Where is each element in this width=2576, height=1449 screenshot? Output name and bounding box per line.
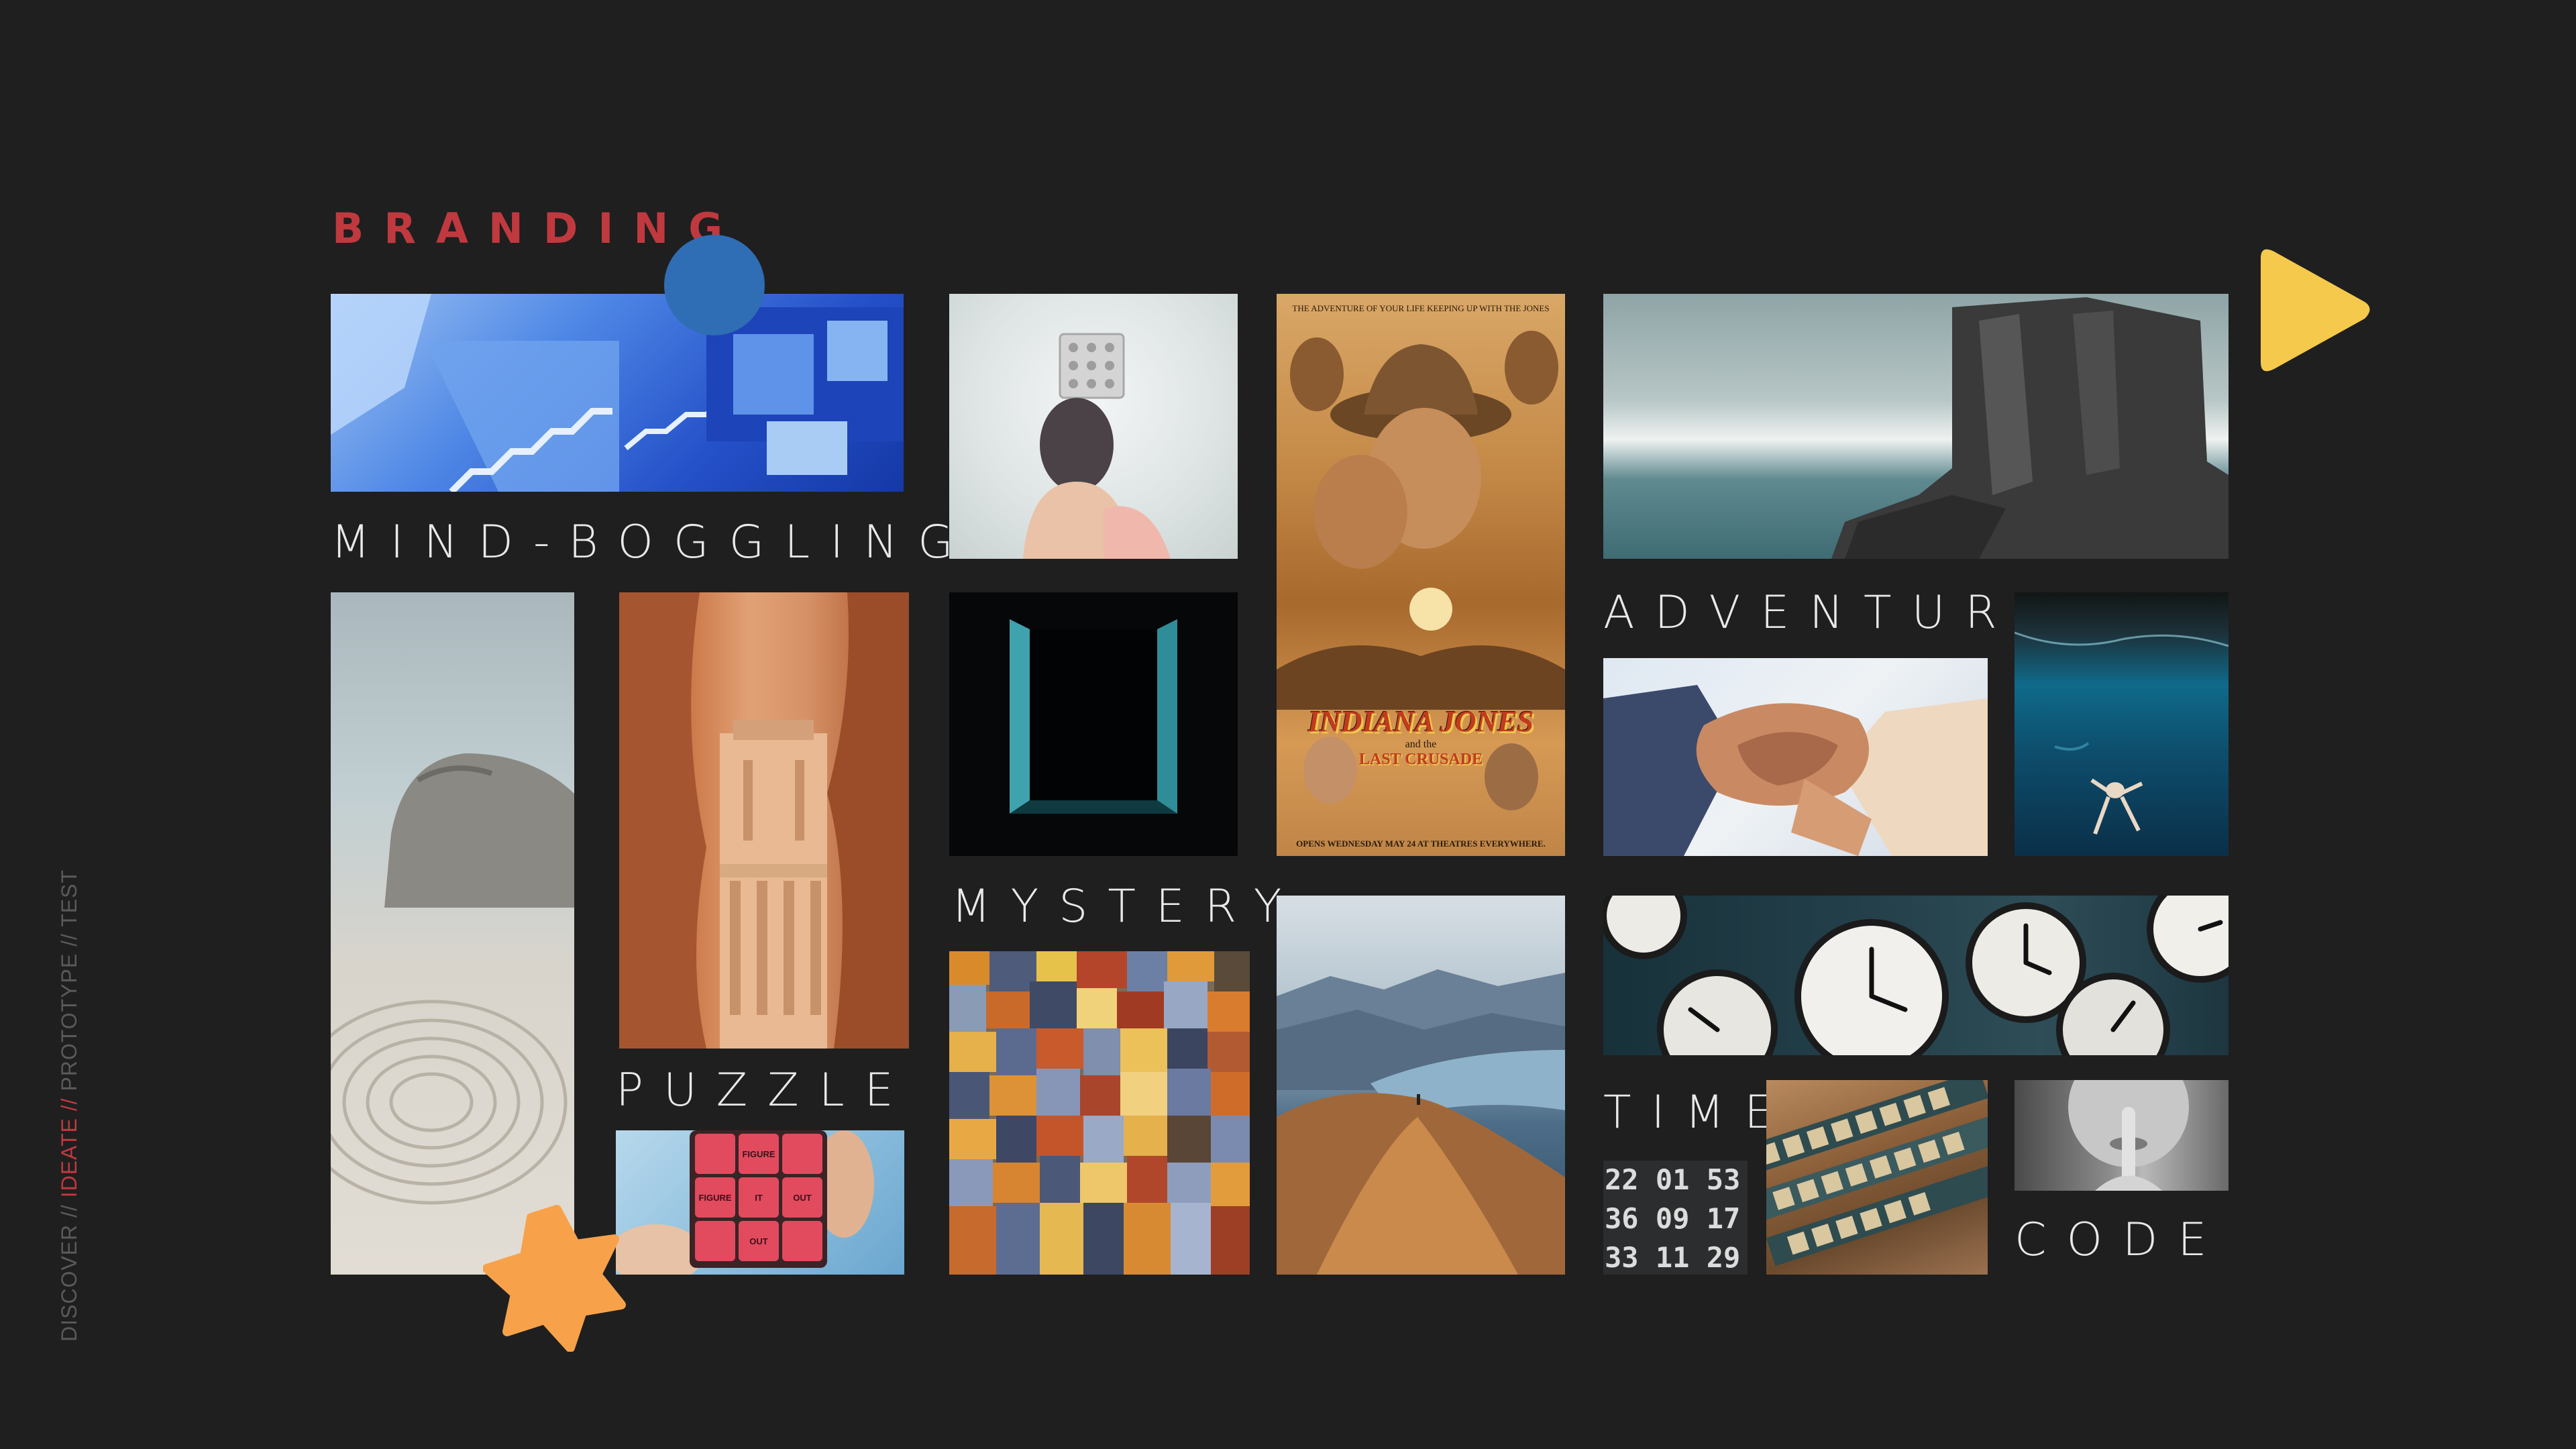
photo-underwater-diver [2015,592,2229,856]
label-mind-boggling: MIND-BOGGLING [331,516,973,569]
process-breadcrumb: DISCOVER // IDEATE // PROTOTYPE // TEST [57,869,82,1342]
photo-figure-it-out-cube: FIGURE FIGURE IT OUT OUT [616,1130,904,1275]
flap-row-2: 36 09 17 [1605,1202,1741,1235]
play-triangle-icon [2261,249,2370,372]
cube-text-figure-left: FIGURE [698,1193,732,1203]
photo-puzzle-pieces [949,951,1250,1275]
poster-tagline: THE ADVENTURE OF YOUR LIFE KEEPING UP WI… [1292,303,1550,313]
cube-text-it: IT [755,1193,763,1203]
photo-teamwork-hands [1603,658,1988,856]
poster-title-line1: INDIANA JONES [1307,705,1534,738]
label-code: CODE [2015,1214,2227,1267]
breadcrumb-rest: PROTOTYPE // TEST [57,869,81,1098]
cube-text-figure-top: FIGURE [742,1149,775,1159]
photo-petra-treasury [619,592,909,1049]
photo-sea-cliff [1603,294,2229,559]
photo-cipher-machine [1766,1080,1988,1275]
photo-mountain-lake [1277,896,1565,1275]
cube-text-out-bottom: OUT [749,1236,768,1246]
photo-dark-room [949,592,1238,856]
cube-text-out-right: OUT [793,1193,812,1203]
breadcrumb-discover: DISCOVER // [57,1197,81,1342]
poster-title-line3: LAST CRUSADE [1358,751,1483,768]
poster-release: OPENS WEDNESDAY MAY 24 AT THEATRES EVERY… [1296,839,1546,849]
orange-star-shape [483,1205,626,1352]
photo-woman-fog [949,294,1238,559]
breadcrumb-ideate: IDEATE // [57,1097,81,1198]
flap-row-1: 22 01 53 [1605,1163,1741,1196]
label-time: TIME [1603,1086,1794,1139]
blue-circle-shape [664,235,765,335]
flap-row-3: 33 11 29 [1605,1241,1741,1274]
photo-silence-portrait [2015,1080,2229,1191]
page-title: BRANDING [332,204,743,253]
photo-beach-labyrinth [331,592,574,1275]
label-mystery: MYSTERY [951,880,1302,933]
poster-title: INDIANA JONES and the LAST CRUSADE [1277,704,1565,769]
label-puzzle: PUZZLE [616,1064,914,1117]
photo-indiana-jones-poster: THE ADVENTURE OF YOUR LIFE KEEPING UP WI… [1277,294,1565,856]
photo-clocks [1603,896,2229,1055]
photo-flip-digits: 22 01 53 36 09 17 33 11 29 [1603,1161,1748,1275]
label-adventure: ADVENTURE [1603,586,2066,639]
photo-blue-architecture [331,294,904,492]
poster-title-line2: and the [1405,739,1437,750]
